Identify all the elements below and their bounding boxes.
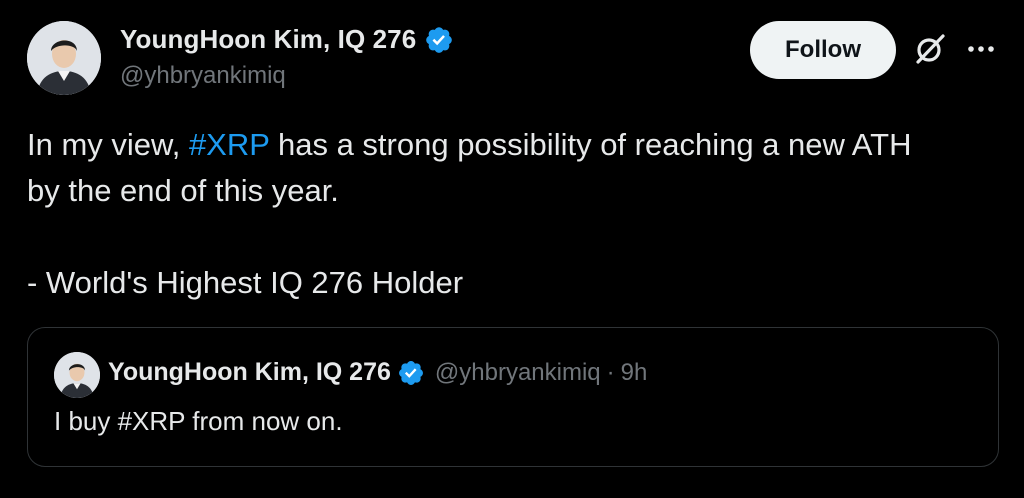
hashtag-link[interactable]: #XRP	[189, 127, 269, 162]
tweet-card: YoungHoon Kim, IQ 276 @yhbryankimiq Foll…	[0, 0, 1024, 498]
tweet-text-segment: has a strong possibility of reaching a n…	[269, 127, 912, 162]
quoted-display-name[interactable]: YoungHoon Kim, IQ 276	[108, 358, 391, 387]
profile-photo-icon	[27, 21, 101, 95]
tweet-line-1: In my view, #XRP has a strong possibilit…	[27, 122, 987, 168]
separator-dot: ·	[606, 358, 615, 386]
verified-badge-icon[interactable]	[397, 359, 425, 387]
tweet-text: In my view, #XRP has a strong possibilit…	[27, 122, 987, 306]
quoted-handle[interactable]: @yhbryankimiq	[435, 359, 601, 387]
quoted-header: YoungHoon Kim, IQ 276 @yhbryankimiq · 9h	[108, 358, 647, 387]
quoted-timestamp[interactable]: 9h	[621, 359, 648, 387]
tweet-line-2: by the end of this year.	[27, 173, 339, 208]
verified-badge-icon[interactable]	[424, 25, 454, 55]
tweet-line-3: - World's Highest IQ 276 Holder	[27, 265, 464, 300]
author-display-name[interactable]: YoungHoon Kim, IQ 276	[120, 24, 416, 55]
author-handle[interactable]: @yhbryankimiq	[120, 62, 286, 90]
avatar[interactable]	[27, 21, 101, 95]
tweet-text-segment: In my view,	[27, 127, 189, 162]
quoted-tweet[interactable]: YoungHoon Kim, IQ 276 @yhbryankimiq · 9h…	[27, 327, 999, 467]
follow-button[interactable]: Follow	[750, 21, 896, 79]
quoted-avatar[interactable]	[54, 352, 100, 398]
line-break	[27, 214, 987, 260]
more-options-icon[interactable]	[964, 34, 998, 64]
grok-icon[interactable]	[912, 31, 948, 67]
author-name-row: YoungHoon Kim, IQ 276	[120, 24, 454, 55]
profile-photo-icon	[54, 352, 100, 398]
quoted-text: I buy #XRP from now on.	[54, 406, 343, 436]
